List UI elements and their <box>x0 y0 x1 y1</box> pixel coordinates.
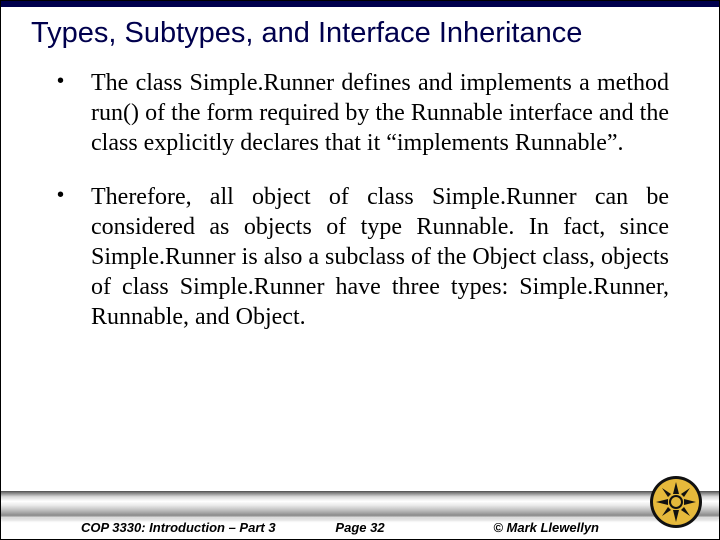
list-item: • Therefore, all object of class Simple.… <box>51 182 669 332</box>
footer-page: Page 32 <box>335 520 384 535</box>
footer-text-row: COP 3330: Introduction – Part 3 Page 32 … <box>1 520 719 535</box>
slide-title: Types, Subtypes, and Interface Inheritan… <box>1 7 719 68</box>
footer-course: COP 3330: Introduction – Part 3 <box>81 520 276 535</box>
bullet-icon: • <box>51 68 91 93</box>
bullet-text: The class Simple.Runner defines and impl… <box>91 68 669 158</box>
slide: Types, Subtypes, and Interface Inheritan… <box>0 0 720 540</box>
list-item: • The class Simple.Runner defines and im… <box>51 68 669 158</box>
slide-body: • The class Simple.Runner defines and im… <box>1 68 719 473</box>
bullet-list: • The class Simple.Runner defines and im… <box>51 68 669 332</box>
footer-bar <box>1 491 719 519</box>
slide-footer: COP 3330: Introduction – Part 3 Page 32 … <box>1 473 719 539</box>
bullet-text: Therefore, all object of class Simple.Ru… <box>91 182 669 332</box>
ucf-logo-icon <box>649 475 703 529</box>
bullet-icon: • <box>51 182 91 207</box>
footer-copyright: © Mark Llewellyn <box>493 520 599 535</box>
